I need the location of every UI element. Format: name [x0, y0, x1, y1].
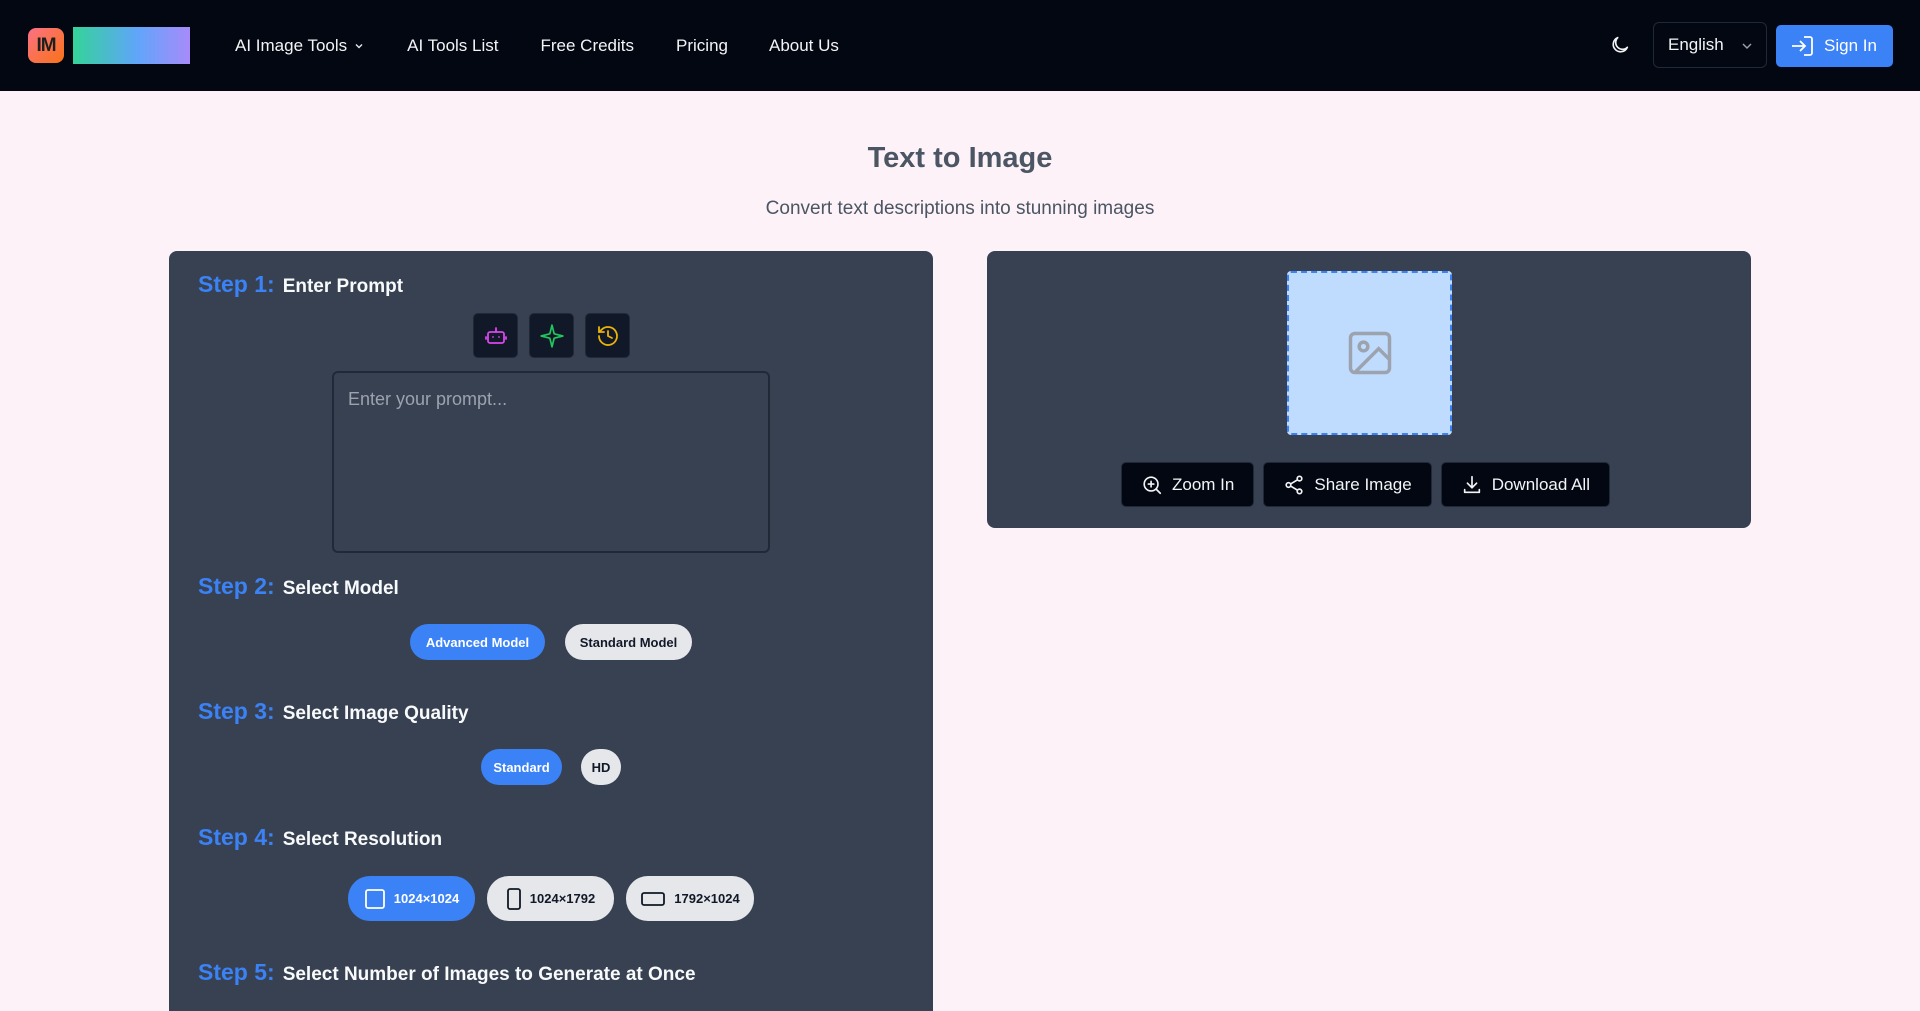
logo-wordmark[interactable]	[73, 27, 190, 64]
step-number: Step 1:	[198, 271, 275, 297]
settings-panel: Step 1: Enter Prompt Step 2: Select Mode…	[169, 251, 933, 1011]
resolution-landscape-button[interactable]: 1792×1024	[626, 876, 754, 921]
page-subtitle: Convert text descriptions into stunning …	[765, 198, 1155, 219]
zoom-in-button[interactable]: Zoom In	[1121, 462, 1255, 507]
model-advanced-button[interactable]: Advanced Model	[410, 624, 545, 660]
step-4-heading: Step 4: Select Resolution	[198, 824, 442, 851]
logo-badge[interactable]: IM	[28, 28, 64, 63]
step-3-heading: Step 3: Select Image Quality	[198, 698, 469, 725]
preview-panel: Zoom In Share Image Download All	[987, 251, 1751, 528]
nav-pricing[interactable]: Pricing	[676, 36, 728, 56]
step-number: Step 3:	[198, 698, 275, 724]
prompt-input[interactable]	[332, 371, 770, 553]
nav-ai-image-tools[interactable]: AI Image Tools	[235, 36, 365, 56]
moon-icon	[1612, 36, 1629, 53]
main-nav: AI Image Tools AI Tools List Free Credit…	[235, 0, 839, 91]
quality-standard-button[interactable]: Standard	[481, 749, 562, 785]
step-title: Select Model	[282, 578, 399, 599]
model-standard-button[interactable]: Standard Model	[565, 624, 692, 660]
step-title: Select Resolution	[282, 829, 443, 850]
zoom-in-label: Zoom In	[1172, 474, 1235, 494]
top-navbar: IM AI Image Tools AI Tools List Free Cre…	[0, 0, 1920, 91]
step-title: Select Image Quality	[282, 703, 469, 724]
prompt-tools	[473, 313, 630, 358]
robot-icon	[484, 326, 507, 344]
share-icon	[1285, 474, 1303, 495]
resolution-label: 1024×1792	[529, 891, 596, 906]
nav-free-credits[interactable]: Free Credits	[540, 36, 634, 56]
login-icon	[1792, 36, 1813, 56]
step-5-heading: Step 5: Select Number of Images to Gener…	[198, 959, 696, 986]
page-title: Text to Image	[867, 142, 1053, 174]
chevron-down-icon	[1742, 43, 1752, 49]
share-image-label: Share Image	[1314, 474, 1412, 494]
step-title: Select Number of Images to Generate at O…	[282, 964, 696, 985]
enhance-prompt-button[interactable]	[529, 313, 574, 358]
nav-ai-tools-list[interactable]: AI Tools List	[407, 36, 498, 56]
history-icon	[597, 325, 618, 346]
chevron-down-icon	[355, 43, 363, 48]
preview-actions: Zoom In Share Image Download All	[1121, 462, 1610, 507]
step-title: Enter Prompt	[282, 276, 404, 297]
image-icon	[1348, 331, 1391, 375]
resolution-label: 1024×1024	[393, 891, 460, 906]
step-number: Step 4:	[198, 824, 275, 850]
sparkle-icon	[539, 323, 564, 348]
share-image-button[interactable]: Share Image	[1263, 462, 1432, 507]
language-select[interactable]: English	[1653, 22, 1767, 68]
download-all-button[interactable]: Download All	[1440, 462, 1610, 507]
sign-in-label: Sign In	[1824, 36, 1877, 55]
square-icon	[364, 888, 385, 909]
nav-about-us[interactable]: About Us	[769, 36, 839, 56]
theme-toggle-button[interactable]	[1606, 31, 1634, 59]
step-number: Step 2:	[198, 573, 275, 599]
sign-in-button[interactable]: Sign In	[1776, 25, 1893, 67]
ai-assistant-button[interactable]	[473, 313, 518, 358]
nav-label: AI Image Tools	[235, 35, 348, 55]
step-number: Step 5:	[198, 959, 275, 985]
resolution-label: 1792×1024	[674, 891, 740, 906]
step-2-heading: Step 2: Select Model	[198, 573, 399, 600]
step-1-heading: Step 1: Enter Prompt	[198, 271, 403, 298]
prompt-history-button[interactable]	[585, 313, 630, 358]
resolution-square-button[interactable]: 1024×1024	[348, 876, 475, 921]
quality-hd-button[interactable]: HD	[581, 749, 621, 785]
language-label: English	[1668, 35, 1724, 54]
landscape-icon	[641, 891, 666, 906]
zoom-in-icon	[1143, 475, 1162, 494]
resolution-portrait-button[interactable]: 1024×1792	[487, 876, 614, 921]
image-placeholder	[1287, 271, 1452, 435]
download-icon	[1463, 475, 1480, 493]
download-all-label: Download All	[1491, 474, 1590, 494]
portrait-icon	[506, 887, 521, 910]
